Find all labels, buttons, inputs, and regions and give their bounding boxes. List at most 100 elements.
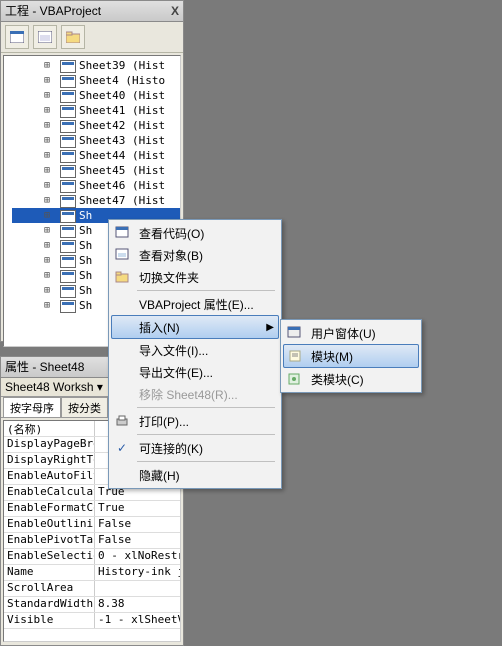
property-row[interactable]: EnableSelectio0 - xlNoRestr [4, 549, 180, 565]
sheet-icon [60, 165, 76, 178]
property-name: (名称) [4, 421, 95, 436]
property-value[interactable]: History-ink j [95, 565, 180, 580]
tree-node-label: Sh [79, 224, 92, 237]
menu-item-label: 模块(M) [311, 348, 353, 365]
tree-node-label: Sh [79, 284, 92, 297]
menu-item[interactable]: 类模块(C) [283, 368, 419, 390]
property-row[interactable]: EnablePivotTabFalse [4, 533, 180, 549]
mod-icon [288, 349, 304, 363]
view-object-button[interactable] [33, 25, 57, 49]
sheet-icon [60, 90, 76, 103]
menu-separator [137, 407, 275, 408]
menu-item[interactable]: ✓ 可连接的(K) [111, 437, 279, 459]
property-name: Name [4, 565, 95, 580]
tab-categorized[interactable]: 按分类 [61, 397, 108, 417]
tree-node[interactable]: Sheet45 (Hist [12, 163, 180, 178]
tree-node[interactable]: Sheet41 (Hist [12, 103, 180, 118]
tab-alphabetic[interactable]: 按字母序 [3, 397, 61, 417]
menu-item[interactable]: 插入(N)▶ [111, 315, 279, 339]
sheet-icon [60, 60, 76, 73]
menu-item[interactable]: 导入文件(I)... [111, 339, 279, 361]
menu-item[interactable]: 模块(M) [283, 344, 419, 368]
tree-node[interactable]: Sheet46 (Hist [12, 178, 180, 193]
menu-item[interactable]: 用户窗体(U) [283, 322, 419, 344]
sheet-icon [60, 210, 76, 223]
tree-node[interactable]: Sheet42 (Hist [12, 118, 180, 133]
property-name: ScrollArea [4, 581, 95, 596]
sheet-icon [60, 300, 76, 313]
view-code-button[interactable] [5, 25, 29, 49]
cls-icon [287, 372, 303, 386]
menu-separator [137, 434, 275, 435]
property-name: Visible [4, 613, 95, 628]
close-icon[interactable]: X [171, 1, 179, 21]
property-row[interactable]: EnableFormatCoTrue [4, 501, 180, 517]
toggle-folders-button[interactable] [61, 25, 85, 49]
code-icon [115, 226, 131, 240]
tree-node[interactable]: Sheet4 (Histo [12, 73, 180, 88]
property-name: EnableSelectio [4, 549, 95, 564]
tree-node-label: Sheet4 (Histo [79, 74, 165, 87]
tree-node-label: Sheet44 (Hist [79, 149, 165, 162]
tree-node[interactable]: Sheet47 (Hist [12, 193, 180, 208]
menu-item[interactable]: 查看代码(O) [111, 222, 279, 244]
menu-item-label: 类模块(C) [311, 371, 364, 388]
sheet-icon [60, 180, 76, 193]
property-name: EnableFormatCo [4, 501, 95, 516]
menu-separator [137, 290, 275, 291]
property-name: EnableOutlinin [4, 517, 95, 532]
menu-item[interactable]: 隐藏(H) [111, 464, 279, 486]
context-menu: 查看代码(O)查看对象(B)切换文件夹 VBAProject 属性(E)... 插入… [108, 219, 282, 489]
tree-node-label: Sh [79, 299, 92, 312]
property-value[interactable]: False [95, 533, 180, 548]
form-icon [287, 326, 303, 340]
tree-node[interactable]: Sheet44 (Hist [12, 148, 180, 163]
fold-icon [115, 270, 131, 284]
property-value[interactable] [95, 581, 180, 596]
tree-node-label: Sheet41 (Hist [79, 104, 165, 117]
menu-item[interactable]: 切换文件夹 [111, 266, 279, 288]
menu-item-label: 打印(P)... [139, 413, 189, 430]
property-value[interactable]: True [95, 501, 180, 516]
sheet-icon [60, 270, 76, 283]
tree-node-label: Sheet39 (Hist [79, 59, 165, 72]
menu-item[interactable]: 导出文件(E)... [111, 361, 279, 383]
menu-item-label: 移除 Sheet48(R)... [139, 386, 238, 403]
menu-item: 移除 Sheet48(R)... [111, 383, 279, 405]
property-row[interactable]: EnableOutlininFalse [4, 517, 180, 533]
sheet-icon [60, 225, 76, 238]
property-name: DisplayPageBre [4, 437, 95, 452]
menu-item[interactable]: 查看对象(B) [111, 244, 279, 266]
sheet-icon [60, 285, 76, 298]
tree-node[interactable]: Sheet40 (Hist [12, 88, 180, 103]
check-icon: ✓ [117, 441, 127, 455]
print-icon [115, 414, 131, 428]
tree-node-label: Sh [79, 209, 92, 222]
menu-item[interactable]: VBAProject 属性(E)... [111, 293, 279, 315]
property-value[interactable]: 8.38 [95, 597, 180, 612]
property-row[interactable]: Visible-1 - xlSheetV [4, 613, 180, 629]
property-row[interactable]: StandardWidth8.38 [4, 597, 180, 613]
property-value[interactable]: -1 - xlSheetV [95, 613, 180, 628]
sheet-icon [60, 150, 76, 163]
menu-item[interactable]: 打印(P)... [111, 410, 279, 432]
property-value[interactable]: False [95, 517, 180, 532]
project-title-bar: 工程 - VBAProject X [1, 1, 183, 22]
property-name: EnableCalculat [4, 485, 95, 500]
tree-node[interactable]: Sheet39 (Hist [12, 58, 180, 73]
menu-item-label: 可连接的(K) [139, 440, 203, 457]
property-row[interactable]: NameHistory-ink j [4, 565, 180, 581]
property-name: DisplayRightTo [4, 453, 95, 468]
obj-icon [115, 248, 131, 262]
tree-node[interactable]: Sheet43 (Hist [12, 133, 180, 148]
property-row[interactable]: ScrollArea [4, 581, 180, 597]
project-toolbar [1, 22, 183, 53]
tree-node-label: Sh [79, 269, 92, 282]
sheet-icon [60, 120, 76, 133]
sheet-icon [60, 255, 76, 268]
menu-item-label: 隐藏(H) [139, 467, 180, 484]
property-value[interactable]: 0 - xlNoRestr [95, 549, 180, 564]
sheet-icon [60, 135, 76, 148]
menu-item-label: VBAProject 属性(E)... [139, 296, 254, 313]
menu-item-label: 插入(N) [139, 319, 180, 336]
